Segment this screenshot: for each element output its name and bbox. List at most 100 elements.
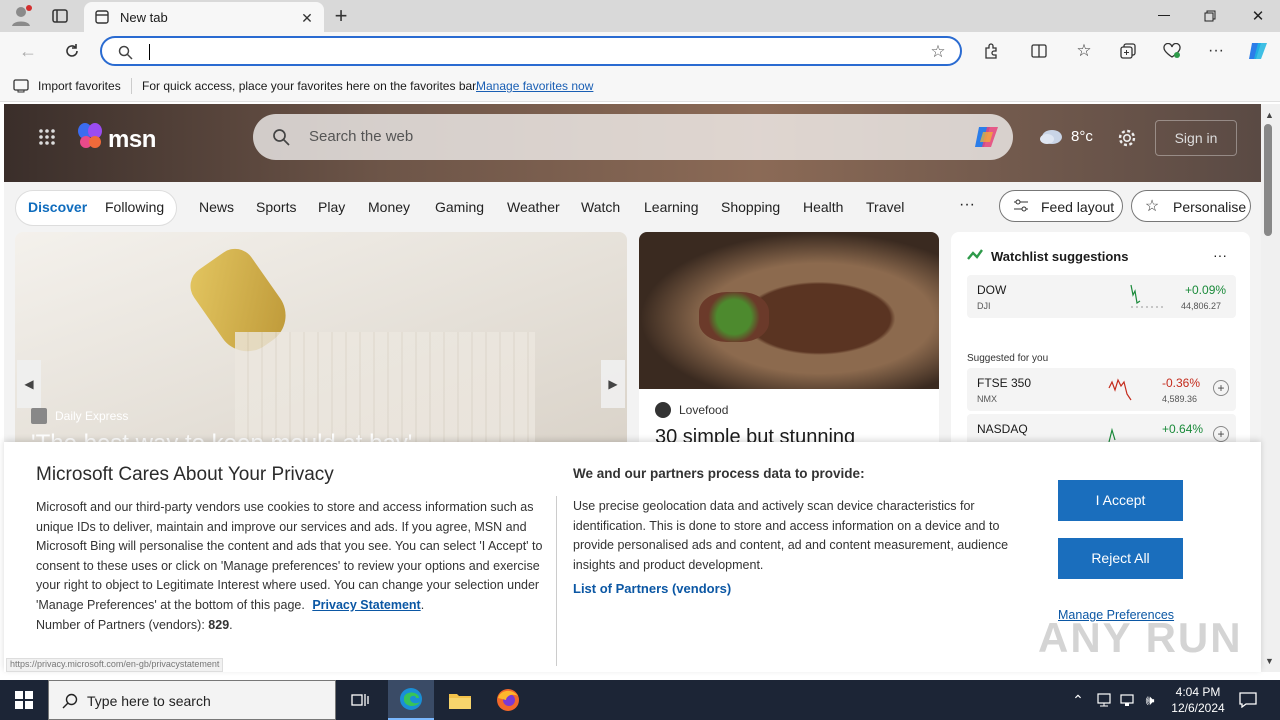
back-icon[interactable]: ← (16, 40, 40, 62)
nav-item-health[interactable]: Health (803, 199, 843, 215)
nav-item-shopping[interactable]: Shopping (721, 199, 780, 215)
nav-item-travel[interactable]: Travel (866, 199, 904, 215)
settings-more-icon[interactable]: ··· (1204, 40, 1228, 62)
data-process-title: We and our partners process data to prov… (573, 466, 865, 481)
anyrun-watermark: ANY RUN (1038, 614, 1243, 662)
address-bar[interactable]: ☆ (100, 36, 962, 66)
privacy-statement-link[interactable]: Privacy Statement (312, 598, 420, 612)
carousel-next-button[interactable]: ▶ (601, 360, 625, 408)
profile-avatar-icon[interactable] (8, 4, 34, 28)
edge-taskbar-icon[interactable] (388, 680, 434, 720)
food-source: Lovefood (679, 403, 729, 417)
settings-gear-icon[interactable] (1115, 126, 1139, 150)
close-window-icon[interactable]: ✕ (1244, 6, 1272, 26)
volume-icon[interactable]: 🕪 (1140, 690, 1160, 710)
task-view-icon[interactable] (340, 680, 380, 720)
food-story-card[interactable]: Lovefood 30 simple but stunning (639, 232, 939, 472)
source-logo-icon (31, 408, 47, 424)
tab-actions-icon[interactable] (48, 4, 72, 28)
weather-temperature[interactable]: 8°c (1071, 128, 1093, 145)
scroll-thumb[interactable] (1264, 124, 1272, 236)
nav-item-watch[interactable]: Watch (581, 199, 620, 215)
nav-item-money[interactable]: Money (368, 199, 410, 215)
nav-item-news[interactable]: News (199, 199, 234, 215)
accept-label: I Accept (1095, 492, 1146, 508)
watchlist-card: Watchlist suggestions ··· DOW DJI +0.09%… (951, 232, 1250, 472)
firefox-icon[interactable] (486, 680, 530, 720)
import-favorites-button[interactable]: Import favorites (38, 79, 121, 93)
sparkline-dow (1130, 284, 1165, 308)
scroll-up-arrow[interactable]: ▲ (1265, 110, 1274, 120)
stock-symbol: DJI (977, 301, 991, 311)
msn-search-input[interactable]: Search the web (309, 128, 413, 145)
wired-network-icon[interactable] (1117, 690, 1137, 710)
watermark-text: ANY RUN (1038, 614, 1243, 661)
stock-value: 44,806.27 (1181, 301, 1222, 311)
manage-favorites-link[interactable]: Manage favorites now (476, 79, 593, 93)
new-tab-button[interactable]: + (330, 3, 352, 28)
add-to-watchlist-icon[interactable]: + (1213, 380, 1229, 396)
feed-layout-button[interactable]: Feed layout (999, 190, 1123, 222)
add-to-watchlist-icon[interactable]: + (1213, 426, 1229, 442)
nav-item-learning[interactable]: Learning (644, 199, 699, 215)
privacy-consent-banner: Microsoft Cares About Your Privacy Micro… (4, 442, 1261, 672)
scroll-down-arrow[interactable]: ▼ (1265, 656, 1274, 666)
file-explorer-icon[interactable] (438, 680, 482, 720)
favbar-message: For quick access, place your favorites h… (142, 79, 479, 93)
close-tab-icon[interactable]: ✕ (298, 9, 316, 27)
new-tab-page-icon (94, 9, 110, 25)
show-hidden-icons-chevron[interactable]: ⌃ (1068, 690, 1088, 710)
favorites-icon[interactable]: ☆ (1073, 40, 1095, 62)
nav-item-gaming[interactable]: Gaming (435, 199, 484, 215)
steak-garnish (699, 292, 769, 342)
tab-title: New tab (120, 10, 168, 25)
browser-essentials-icon[interactable] (1161, 40, 1183, 62)
nav-item-sports[interactable]: Sports (256, 199, 296, 215)
list-of-partners-link[interactable]: List of Partners (vendors) (573, 581, 731, 596)
watchlist-row-ftse[interactable]: FTSE 350 NMX -0.36% 4,589.36 + (967, 368, 1236, 411)
taskbar-search-input[interactable]: Type here to search (87, 693, 211, 709)
taskbar-search-box[interactable]: Type here to search (48, 680, 336, 720)
notifications-icon[interactable] (1236, 688, 1260, 712)
page-scrollbar[interactable]: ▲ ▼ (1261, 104, 1280, 672)
network-status-icon[interactable] (1094, 690, 1114, 710)
stock-change: +0.64% (1162, 422, 1204, 436)
tab-discover[interactable]: Discover (28, 199, 87, 215)
copilot-search-icon[interactable] (971, 123, 1003, 151)
restore-icon[interactable] (1196, 6, 1224, 26)
accept-button[interactable]: I Accept (1058, 480, 1183, 521)
browser-toolbar: ← ☆ ☆ ··· (0, 32, 1280, 70)
collections-icon[interactable] (1117, 40, 1139, 62)
split-screen-icon[interactable] (1028, 40, 1050, 62)
windows-start-icon[interactable] (0, 680, 48, 720)
extensions-icon[interactable] (980, 40, 1002, 62)
msn-logo-text[interactable]: msn (108, 126, 156, 154)
status-bar-url: https://privacy.microsoft.com/en-gb/priv… (6, 658, 224, 672)
minimize-icon[interactable] (1150, 6, 1178, 26)
reject-all-button[interactable]: Reject All (1058, 538, 1183, 579)
watchlist-more-button[interactable]: ··· (1213, 247, 1227, 263)
tab-new-tab[interactable]: New tab ✕ (84, 2, 324, 32)
refresh-icon[interactable] (60, 40, 84, 62)
apps-grid-icon[interactable] (36, 126, 58, 148)
main-story-card[interactable]: ◀ ▶ Daily Express 'The best way to keep … (15, 232, 627, 462)
personalise-button[interactable]: ☆ Personalise (1131, 190, 1251, 222)
privacy-divider (556, 496, 557, 666)
sign-in-label: Sign in (1174, 130, 1218, 146)
nav-item-weather[interactable]: Weather (507, 199, 560, 215)
favorite-star-icon[interactable]: ☆ (928, 42, 948, 62)
sparkle-star-icon: ☆ (1144, 198, 1160, 215)
nav-more-button[interactable]: ··· (959, 196, 975, 214)
sign-in-button[interactable]: Sign in (1155, 120, 1237, 156)
privacy-period: . (420, 597, 425, 612)
carousel-prev-button[interactable]: ◀ (17, 360, 41, 408)
nav-item-play[interactable]: Play (318, 199, 345, 215)
watchlist-row-dow[interactable]: DOW DJI +0.09% 44,806.27 (967, 275, 1236, 318)
copilot-icon[interactable] (1246, 38, 1270, 64)
status-url-text: https://privacy.microsoft.com/en-gb/priv… (10, 659, 220, 669)
tab-following[interactable]: Following (105, 199, 164, 215)
clock-time: 4:04 PM (1175, 685, 1221, 699)
clock[interactable]: 4:04 PM 12/6/2024 (1166, 684, 1230, 716)
data-process-body: Use precise geolocation data and activel… (573, 499, 1009, 572)
msn-search-box[interactable]: Search the web (253, 114, 1013, 160)
